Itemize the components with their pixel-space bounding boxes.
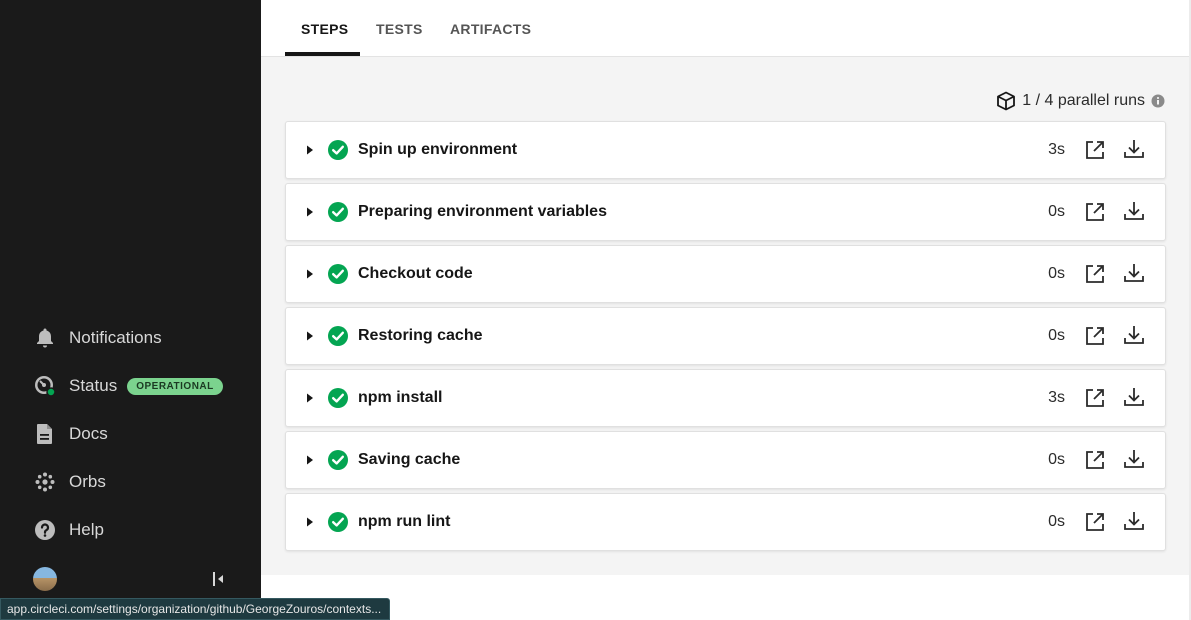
avatar[interactable] (33, 567, 57, 591)
open-new-tab-icon[interactable] (1085, 264, 1107, 286)
step-row[interactable]: npm run lint 0s (285, 493, 1166, 551)
open-new-tab-icon[interactable] (1085, 512, 1107, 534)
download-icon[interactable] (1123, 138, 1145, 160)
success-check-icon (328, 264, 348, 284)
success-check-icon (328, 202, 348, 222)
tab-bar: STEPS TESTS ARTIFACTS (261, 0, 1191, 57)
open-new-tab-icon[interactable] (1085, 140, 1107, 162)
step-duration: 3s (1048, 141, 1065, 158)
status-badge: OPERATIONAL (127, 377, 223, 395)
step-name: npm run lint (358, 513, 451, 530)
status-gauge-icon (33, 374, 57, 398)
step-row[interactable]: Spin up environment 3s (285, 121, 1166, 179)
download-icon[interactable] (1123, 386, 1145, 408)
tab-artifacts[interactable]: ARTIFACTS (450, 21, 531, 37)
collapse-sidebar-icon[interactable] (208, 568, 228, 590)
open-new-tab-icon[interactable] (1085, 450, 1107, 472)
info-icon[interactable] (1151, 94, 1165, 108)
step-name: Checkout code (358, 265, 473, 282)
step-name: Spin up environment (358, 141, 518, 158)
caret-right-icon[interactable] (306, 145, 316, 155)
step-duration: 0s (1048, 327, 1065, 344)
success-check-icon (328, 326, 348, 346)
steps-content: 1 / 4 parallel runs Spin up environment … (261, 57, 1189, 575)
status-url: app.circleci.com/settings/organization/g… (7, 602, 382, 616)
active-tab-indicator (285, 52, 360, 56)
sidebar-item-label: Status (69, 376, 118, 395)
sidebar-item-label: Orbs (69, 472, 106, 491)
help-icon (33, 518, 57, 542)
open-new-tab-icon[interactable] (1085, 388, 1107, 410)
sidebar-item-label: Help (69, 520, 104, 539)
step-duration: 0s (1048, 203, 1065, 220)
download-icon[interactable] (1123, 324, 1145, 346)
step-duration: 0s (1048, 451, 1065, 468)
parallel-runs: 1 / 4 parallel runs (996, 91, 1165, 111)
step-row[interactable]: npm install 3s (285, 369, 1166, 427)
download-icon[interactable] (1123, 262, 1145, 284)
step-name: Restoring cache (358, 327, 483, 344)
success-check-icon (328, 388, 348, 408)
download-icon[interactable] (1123, 510, 1145, 532)
success-check-icon (328, 450, 348, 470)
download-icon[interactable] (1123, 448, 1145, 470)
caret-right-icon[interactable] (306, 207, 316, 217)
step-name: Saving cache (358, 451, 461, 468)
document-icon (33, 422, 57, 446)
content-footer (261, 575, 1191, 620)
success-check-icon (328, 512, 348, 532)
sidebar: Notifications Status OPERATIONAL Docs Or… (0, 0, 261, 620)
cube-icon (996, 91, 1016, 111)
step-duration: 3s (1048, 389, 1065, 406)
step-row[interactable]: Saving cache 0s (285, 431, 1166, 489)
sidebar-item-orbs[interactable]: Orbs (33, 467, 106, 497)
open-new-tab-icon[interactable] (1085, 326, 1107, 348)
main-panel: STEPS TESTS ARTIFACTS 1 / 4 parallel run… (261, 0, 1191, 620)
sidebar-item-help[interactable]: Help (33, 515, 104, 545)
caret-right-icon[interactable] (306, 517, 316, 527)
step-duration: 0s (1048, 513, 1065, 530)
step-name: Preparing environment variables (358, 203, 607, 220)
caret-right-icon[interactable] (306, 331, 316, 341)
tab-tests[interactable]: TESTS (376, 21, 423, 37)
step-name: npm install (358, 389, 443, 406)
success-check-icon (328, 140, 348, 160)
sidebar-item-label: Notifications (69, 328, 162, 347)
browser-status-bar: app.circleci.com/settings/organization/g… (0, 598, 391, 620)
bell-icon (33, 326, 57, 350)
sidebar-item-status[interactable]: Status OPERATIONAL (33, 371, 223, 401)
download-icon[interactable] (1123, 200, 1145, 222)
step-row[interactable]: Preparing environment variables 0s (285, 183, 1166, 241)
caret-right-icon[interactable] (306, 269, 316, 279)
step-duration: 0s (1048, 265, 1065, 282)
step-row[interactable]: Restoring cache 0s (285, 307, 1166, 365)
tab-steps[interactable]: STEPS (301, 21, 348, 37)
sidebar-item-docs[interactable]: Docs (33, 419, 108, 449)
caret-right-icon[interactable] (306, 455, 316, 465)
caret-right-icon[interactable] (306, 393, 316, 403)
sidebar-item-notifications[interactable]: Notifications (33, 323, 162, 353)
orbs-icon (33, 470, 57, 494)
open-new-tab-icon[interactable] (1085, 202, 1107, 224)
steps-list: Spin up environment 3s Preparing environ… (285, 121, 1166, 555)
parallel-runs-text: 1 / 4 parallel runs (1022, 92, 1145, 109)
sidebar-item-label: Docs (69, 424, 108, 443)
step-row[interactable]: Checkout code 0s (285, 245, 1166, 303)
